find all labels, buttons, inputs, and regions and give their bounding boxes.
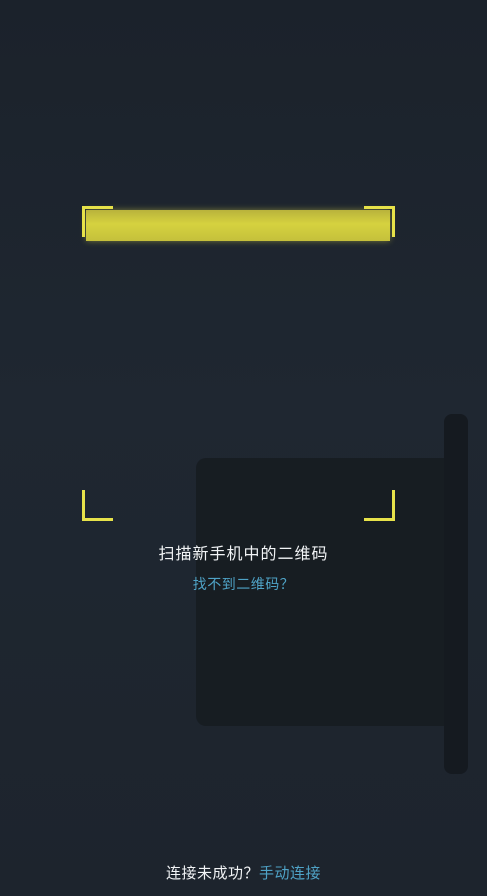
- scan-line: [86, 210, 390, 241]
- qr-not-found-link[interactable]: 找不到二维码？: [0, 574, 487, 594]
- manual-connect-link[interactable]: 手动连接: [259, 864, 321, 882]
- connection-footer: 连接未成功？手动连接: [0, 862, 487, 883]
- camera-preview: 扫描新手机中的二维码 找不到二维码？ 连接未成功？手动连接: [0, 0, 487, 896]
- scan-instruction: 扫描新手机中的二维码: [158, 544, 329, 563]
- preview-object-edge: [444, 414, 468, 774]
- scan-frame-corner-bottom-right: [364, 490, 395, 521]
- connection-failed-label: 连接未成功？: [165, 864, 259, 882]
- scan-frame-corner-bottom-left: [82, 490, 113, 521]
